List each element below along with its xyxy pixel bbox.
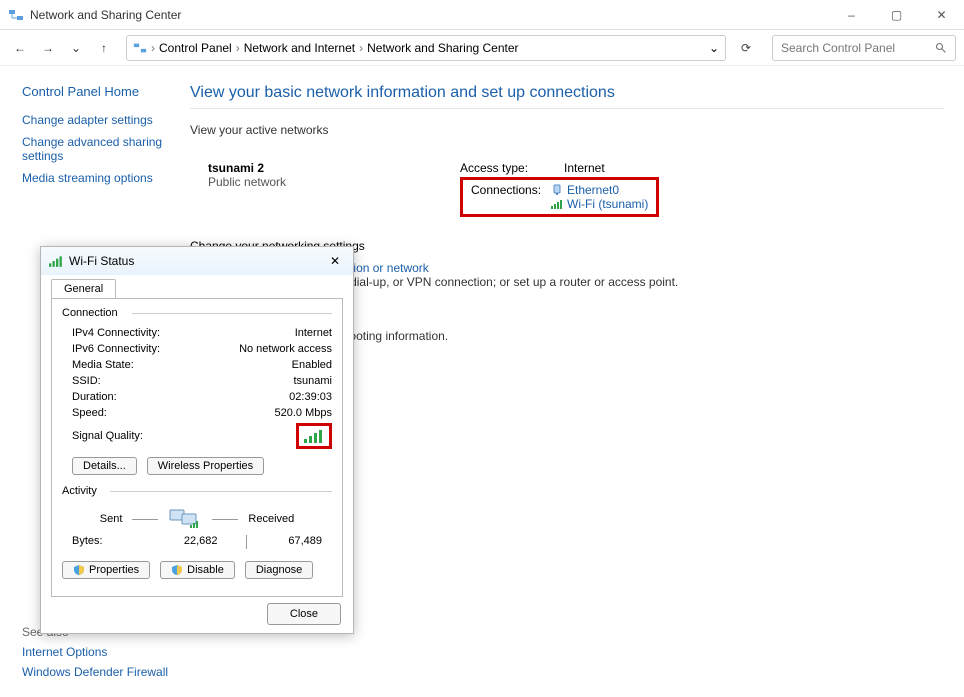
tab-general[interactable]: General <box>51 279 116 298</box>
sidebar-item-media-streaming[interactable]: Media streaming options <box>22 171 180 185</box>
network-name: tsunami 2 <box>208 161 450 175</box>
ssid-label: SSID: <box>72 375 293 387</box>
network-type: Public network <box>208 175 450 189</box>
breadcrumb-leaf[interactable]: Network and Sharing Center <box>367 41 518 55</box>
duration-label: Duration: <box>72 391 289 403</box>
disable-button[interactable]: Disable <box>160 561 235 579</box>
activity-group-label: Activity <box>62 485 332 497</box>
dialog-close-button[interactable]: ✕ <box>321 247 349 275</box>
shield-icon <box>73 564 85 576</box>
see-also-internet-options[interactable]: Internet Options <box>22 645 168 659</box>
speed-value: 520.0 Mbps <box>275 407 332 419</box>
see-also-firewall[interactable]: Windows Defender Firewall <box>22 665 168 679</box>
access-type-label: Access type: <box>460 161 540 175</box>
history-dropdown[interactable]: ⌄ <box>64 36 88 60</box>
dialog-title: Wi-Fi Status <box>69 254 321 268</box>
dialog-tabpane: Connection IPv4 Connectivity:Internet IP… <box>51 298 343 597</box>
breadcrumb[interactable]: › Control Panel › Network and Internet ›… <box>126 35 726 61</box>
refresh-button[interactable]: ⟳ <box>734 36 758 60</box>
connection-wifi-label: Wi-Fi (tsunami) <box>567 197 648 211</box>
breadcrumb-mid[interactable]: Network and Internet <box>244 41 355 55</box>
minimize-button[interactable]: – <box>829 0 874 30</box>
active-network-row: tsunami 2 Public network Access type: In… <box>190 161 944 217</box>
activity-computers-icon <box>168 507 202 531</box>
bytes-row: Bytes: 22,682 67,489 <box>62 531 332 551</box>
connections-highlight-box: Connections: Ethernet0 <box>460 177 659 217</box>
disable-button-label: Disable <box>187 564 224 576</box>
properties-button[interactable]: Properties <box>62 561 150 579</box>
up-button[interactable]: ↑ <box>92 36 116 60</box>
search-icon <box>935 42 947 54</box>
sidebar-item-adapter-settings[interactable]: Change adapter settings <box>22 113 180 127</box>
close-button[interactable]: ✕ <box>919 0 964 30</box>
maximize-button[interactable]: ▢ <box>874 0 919 30</box>
ipv4-label: IPv4 Connectivity: <box>72 327 295 339</box>
media-state-value: Enabled <box>292 359 332 371</box>
titlebar: Network and Sharing Center – ▢ ✕ <box>0 0 964 30</box>
breadcrumb-dropdown[interactable]: ⌄ <box>709 41 719 55</box>
duration-value: 02:39:03 <box>289 391 332 403</box>
ssid-value: tsunami <box>293 375 332 387</box>
window-title: Network and Sharing Center <box>30 8 829 22</box>
wifi-signal-icon <box>303 428 325 444</box>
received-label: Received <box>248 513 294 525</box>
properties-button-label: Properties <box>89 564 139 576</box>
ipv6-label: IPv6 Connectivity: <box>72 343 239 355</box>
search-input[interactable]: Search Control Panel <box>772 35 956 61</box>
wifi-status-dialog: Wi-Fi Status ✕ General Connection IPv4 C… <box>40 246 354 634</box>
toolbar: ← → ⌄ ↑ › Control Panel › Network and In… <box>0 30 964 66</box>
connection-wifi-link[interactable]: Wi-Fi (tsunami) <box>551 197 648 211</box>
breadcrumb-sep: › <box>359 41 363 55</box>
details-button[interactable]: Details... <box>72 457 137 475</box>
activity-row: Sent Received <box>62 507 332 531</box>
connection-ethernet-link[interactable]: Ethernet0 <box>551 183 619 197</box>
signal-quality-label: Signal Quality: <box>72 430 296 442</box>
page-title: View your basic network information and … <box>190 84 944 109</box>
forward-button[interactable]: → <box>36 36 60 60</box>
wifi-signal-icon <box>49 254 63 268</box>
bytes-label: Bytes: <box>72 535 152 549</box>
sidebar-item-sharing-settings[interactable]: Change advanced sharing settings <box>22 135 180 163</box>
ethernet-icon <box>551 184 563 196</box>
signal-quality-highlight-box <box>296 423 332 449</box>
search-placeholder: Search Control Panel <box>781 41 895 55</box>
app-icon <box>8 7 24 23</box>
shield-icon <box>171 564 183 576</box>
dialog-tabstrip: General <box>51 279 343 298</box>
media-state-label: Media State: <box>72 359 292 371</box>
connection-ethernet-label: Ethernet0 <box>567 183 619 197</box>
control-panel-home-link[interactable]: Control Panel Home <box>22 84 180 99</box>
dialog-close-btn[interactable]: Close <box>267 603 341 625</box>
back-button[interactable]: ← <box>8 36 32 60</box>
speed-label: Speed: <box>72 407 275 419</box>
wireless-properties-button[interactable]: Wireless Properties <box>147 457 264 475</box>
bytes-sent-value: 22,682 <box>152 535 236 549</box>
diagnose-button[interactable]: Diagnose <box>245 561 313 579</box>
ipv6-value: No network access <box>239 343 332 355</box>
wifi-signal-icon <box>551 198 563 210</box>
ipv4-value: Internet <box>295 327 332 339</box>
active-networks-label: View your active networks <box>190 123 944 137</box>
connections-label: Connections: <box>471 183 551 197</box>
see-also: See also Internet Options Windows Defend… <box>22 625 168 685</box>
connection-group-label: Connection <box>62 307 332 319</box>
breadcrumb-sep: › <box>236 41 240 55</box>
sent-label: Sent <box>100 513 123 525</box>
access-type-value: Internet <box>564 161 605 175</box>
breadcrumb-sep: › <box>151 41 155 55</box>
dialog-titlebar: Wi-Fi Status ✕ <box>41 247 353 275</box>
window-buttons: – ▢ ✕ <box>829 0 964 30</box>
breadcrumb-root[interactable]: Control Panel <box>159 41 232 55</box>
bytes-received-value: 67,489 <box>257 535 333 549</box>
breadcrumb-icon <box>133 41 147 55</box>
